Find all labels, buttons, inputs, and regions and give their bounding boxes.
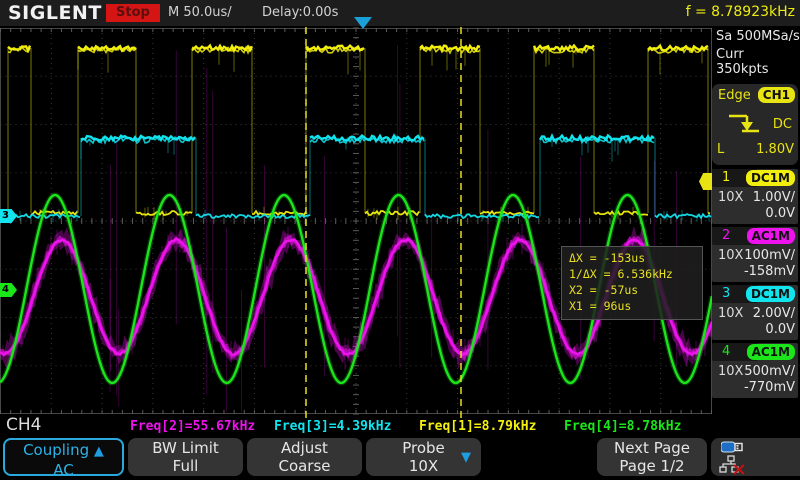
trigger-position-icon[interactable]: [354, 17, 372, 29]
measurement-freq-ch4: Freq[4]=8.78kHz: [564, 419, 681, 434]
cursor-readout: ΔX = -153us 1/ΔX = 6.536kHz X2 = -57us X…: [561, 246, 703, 320]
waveform-traces: [0, 26, 712, 421]
trigger-source-badge: CH1: [758, 87, 795, 103]
softkey-next-page[interactable]: Next Page Page 1/2: [597, 438, 707, 476]
measurement-freq-ch1: Freq[1]=8.79kHz: [419, 419, 536, 434]
channel-4-panel[interactable]: 4 AC1M 10X 500mV/ -770mV: [712, 343, 798, 398]
channel-2-panel[interactable]: 2 AC1M 10X 100mV/ -158mV: [712, 227, 798, 282]
lan-disconnected-icon: [719, 455, 745, 475]
measurement-freq-ch2: Freq[2]=55.67kHz: [130, 419, 255, 434]
channel-2-probe: 10X: [718, 248, 743, 263]
frequency-counter: f = 8.78923kHz: [686, 4, 795, 20]
channel-1-probe: 10X: [718, 190, 743, 205]
channel-4-number: 4: [722, 344, 730, 359]
channel-3-panel[interactable]: 3 DC1M 10X 2.00V/ 0.0V: [712, 285, 798, 340]
channel-2-coupling-badge: AC1M: [747, 228, 795, 244]
cursor-inv-dx: 1/ΔX = 6.536kHz: [569, 266, 695, 282]
channel-4-scale: 500mV/: [744, 364, 795, 379]
timebase-readout: M 50.0us/: [168, 5, 232, 20]
menu-channel-title: CH4: [6, 415, 41, 435]
softkey-menu: Coupling ▲ AC BW Limit Full Adjust Coars…: [0, 437, 800, 480]
cursor-x2: X2 = -57us: [569, 282, 695, 298]
cursor-x1: X1 = 96us: [569, 298, 695, 314]
trigger-coupling-label: DC: [773, 117, 792, 132]
measurement-freq-ch3: Freq[3]=4.39kHz: [274, 419, 391, 434]
cursor-dx: ΔX = -153us: [569, 250, 695, 266]
channel-2-offset: -158mV: [744, 264, 795, 279]
down-arrow-icon: ▼: [461, 449, 471, 467]
status-icon-panel: [711, 438, 800, 476]
softkey-adjust[interactable]: Adjust Coarse: [247, 438, 362, 476]
channel-1-panel[interactable]: 1 DC1M 10X 1.00V/ 0.0V: [712, 169, 798, 224]
trigger-mode-label: Edge: [718, 88, 751, 103]
channel-1-scale: 1.00V/: [753, 190, 795, 205]
memory-depth-readout: Curr 350kpts: [716, 47, 800, 77]
channel-2-number: 2: [722, 228, 730, 243]
trigger-level-readout: 1.80V: [756, 142, 794, 157]
usb-icon: [721, 441, 743, 453]
oscilloscope-screen: SIGLENT Stop M 50.0us/ Delay:0.00s f = 8…: [0, 0, 800, 480]
run-state-badge[interactable]: Stop: [106, 4, 160, 22]
channel-1-number: 1: [722, 170, 730, 185]
delay-readout: Delay:0.00s: [262, 5, 338, 20]
channel-4-probe: 10X: [718, 364, 743, 379]
trigger-status-panel[interactable]: Edge CH1 DC L 1.80V: [712, 84, 798, 165]
channel-3-coupling-badge: DC1M: [746, 286, 795, 302]
channel-3-probe: 10X: [718, 306, 743, 321]
waveform-display: ΔX = -153us 1/ΔX = 6.536kHz X2 = -57us X…: [0, 26, 712, 421]
channel-3-number: 3: [722, 286, 730, 301]
siglent-logo: SIGLENT: [8, 2, 102, 24]
channel-1-offset: 0.0V: [765, 206, 795, 221]
channel-1-coupling-badge: DC1M: [746, 170, 795, 186]
channel-2-scale: 100mV/: [744, 248, 795, 263]
softkey-bw-limit[interactable]: BW Limit Full: [128, 438, 243, 476]
falling-edge-icon: [726, 112, 762, 136]
softkey-coupling[interactable]: Coupling ▲ AC: [3, 438, 124, 476]
channel-3-offset: 0.0V: [765, 322, 795, 337]
trigger-level-prefix: L: [717, 142, 724, 157]
channel-4-coupling-badge: AC1M: [747, 344, 795, 360]
sample-rate-readout: Sa 500MSa/s: [716, 29, 800, 44]
channel-3-scale: 2.00V/: [753, 306, 795, 321]
top-bar: SIGLENT Stop M 50.0us/ Delay:0.00s f = 8…: [0, 0, 800, 26]
channel-4-offset: -770mV: [744, 380, 795, 395]
softkey-probe[interactable]: Probe 10X ▼: [366, 438, 481, 476]
up-arrow-icon: ▲: [94, 444, 104, 459]
